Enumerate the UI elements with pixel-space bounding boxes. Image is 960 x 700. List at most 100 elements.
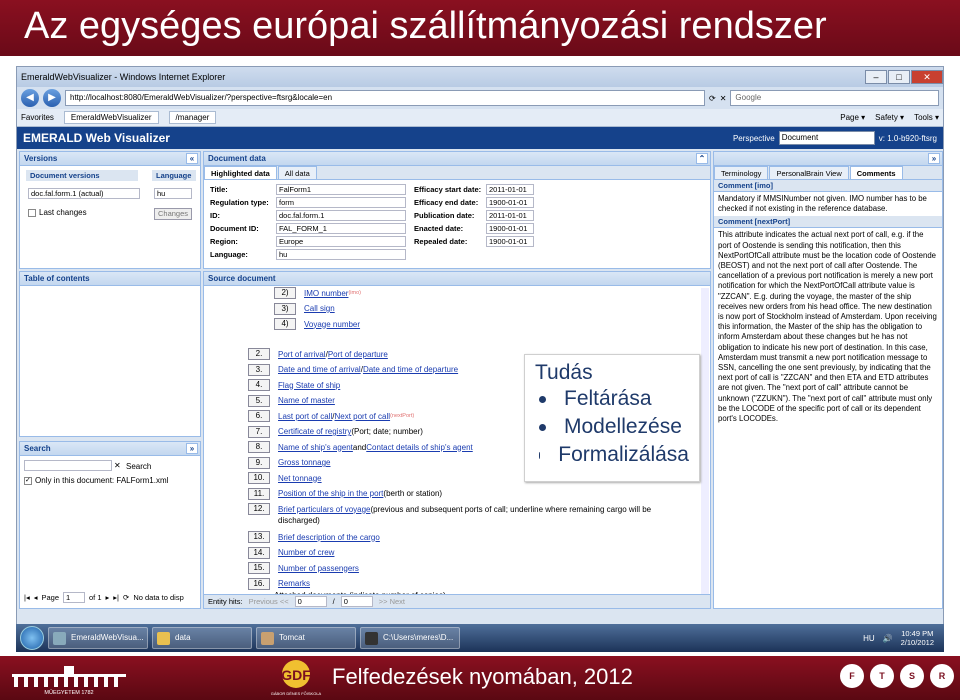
tools-menu[interactable]: Tools ▾ [914, 113, 939, 122]
taskbar-button-label: C:\Users\meres\D... [383, 633, 454, 642]
r-logo-icon: R [930, 664, 954, 688]
hit-index-input[interactable]: 0 [294, 596, 327, 607]
taskbar-button[interactable]: C:\Users\meres\D... [360, 627, 460, 649]
item-link[interactable]: Voyage number [304, 320, 360, 329]
taskbar-button[interactable]: data [152, 627, 252, 649]
changes-button[interactable]: Changes [154, 208, 193, 220]
field-value: doc.fal.form.1 [276, 210, 406, 221]
item-annotation: (imo) [348, 290, 361, 296]
forward-icon[interactable]: ▶ [43, 89, 61, 107]
first-page-icon[interactable]: |◂ [24, 593, 30, 602]
item-link[interactable]: Port of departure [328, 350, 388, 359]
expand-icon[interactable]: » [928, 153, 940, 164]
app-name: EMERALD Web Visualizer [23, 131, 170, 145]
field-row: ID: doc.fal.form.1 [210, 209, 406, 222]
callout-item: Formalizálása [535, 441, 689, 469]
safety-menu[interactable]: Safety ▾ [875, 113, 904, 122]
only-doc-checkbox[interactable]: ✓ [24, 476, 32, 485]
field-value: FAL_FORM_1 [276, 223, 406, 234]
last-changes-checkbox[interactable] [28, 208, 36, 217]
stop-icon[interactable]: ✕ [720, 94, 727, 103]
previous-button[interactable]: Previous << [249, 597, 289, 606]
item-link[interactable]: Remarks [278, 579, 310, 588]
taskbar-button[interactable]: EmeraldWebVisua... [48, 627, 148, 649]
source-item: 5. Name of master [248, 394, 335, 407]
search-field[interactable] [24, 460, 112, 471]
item-link[interactable]: Name of master [278, 396, 335, 405]
item-link[interactable]: Gross tonnage [278, 458, 330, 467]
start-button[interactable] [20, 626, 44, 650]
scrollbar[interactable] [701, 288, 709, 594]
item-link[interactable]: Number of passengers [278, 564, 359, 573]
language-select[interactable]: hu [154, 188, 192, 199]
item-link[interactable]: Date and time of departure [363, 365, 458, 374]
taskbar-button[interactable]: Tomcat [256, 627, 356, 649]
tab-personalbrain-view[interactable]: PersonalBrain View [769, 166, 849, 179]
last-page-icon[interactable]: ▸| [113, 593, 119, 602]
collapse-icon[interactable]: ⌃ [696, 153, 708, 164]
clear-icon[interactable]: ✕ [114, 461, 121, 470]
close-icon[interactable]: ✕ [911, 70, 943, 84]
refresh-icon[interactable]: ⟳ [709, 94, 716, 103]
item-link[interactable]: Last port of call [278, 412, 332, 421]
collapse-icon[interactable]: « [186, 153, 198, 164]
page-menu[interactable]: Page ▾ [840, 113, 865, 122]
item-link[interactable]: Position of the ship in the port [278, 489, 383, 498]
page-input[interactable]: 1 [63, 592, 86, 603]
browser-tab[interactable]: EmeraldWebVisualizer [63, 111, 159, 124]
item-text: (previous and subsequent ports of call; … [370, 504, 652, 514]
browser-tab[interactable]: /manager [168, 111, 217, 124]
field-label: Document ID: [210, 224, 259, 233]
item-link[interactable]: Flag State of ship [278, 381, 340, 390]
minimize-icon[interactable]: – [865, 70, 887, 84]
source-item: 10. Net tonnage [248, 472, 322, 484]
item-link[interactable]: Port of arrival [278, 350, 326, 359]
expand-icon[interactable]: » [186, 443, 198, 454]
prev-page-icon[interactable]: ◂ [34, 593, 38, 602]
volume-icon[interactable]: 🔊 [883, 634, 893, 643]
doc-versions-label: Document versions [26, 170, 138, 181]
clock-date: 2/10/2012 [900, 638, 934, 647]
item-link[interactable]: Certificate of registry [278, 427, 351, 436]
app-header: EMERALD Web Visualizer Perspective Docum… [17, 127, 943, 149]
page-label: Page [41, 593, 60, 602]
language-indicator[interactable]: HU [863, 634, 875, 643]
search-button[interactable]: Search [126, 462, 151, 471]
back-icon[interactable]: ◀ [21, 89, 39, 107]
maximize-icon[interactable]: □ [888, 70, 910, 84]
item-link[interactable]: IMO number [304, 289, 348, 298]
favorites-button[interactable]: Favorites [21, 113, 54, 122]
item-link[interactable]: Name of ship's agent [278, 443, 353, 452]
item-link[interactable]: Net tonnage [278, 474, 322, 483]
field-value: hu [276, 249, 406, 260]
item-link[interactable]: Next port of call [334, 412, 390, 421]
item-link[interactable]: Number of crew [278, 548, 334, 557]
item-link[interactable]: Date and time of arrival [278, 365, 361, 374]
tab-terminology[interactable]: Terminology [714, 166, 769, 179]
ie-icon [53, 632, 66, 645]
refresh-icon[interactable]: ⟳ [123, 593, 129, 602]
next-button[interactable]: >> Next [379, 597, 405, 606]
perspective-select[interactable]: Document [778, 131, 875, 145]
entity-hits-label: Entity hits: [208, 597, 243, 606]
doc-version-select[interactable]: doc.fal.form.1 (actual) [28, 188, 140, 199]
tab-comments[interactable]: Comments [849, 166, 903, 179]
source-item: 6. Last port of call / Next port of call … [248, 410, 414, 422]
search-input[interactable]: Google [730, 90, 939, 106]
tab-all-data[interactable]: All data [277, 166, 317, 179]
tab-highlighted-data[interactable]: Highlighted data [204, 166, 277, 179]
clock[interactable]: 10:49 PM 2/10/2012 [901, 629, 934, 647]
item-number: 2) [274, 287, 296, 299]
item-link[interactable]: Brief particulars of voyage [278, 505, 371, 514]
item-link[interactable]: Call sign [304, 304, 335, 313]
item-link[interactable]: Contact details of ship's agent [366, 443, 472, 452]
url-field[interactable]: http://localhost:8080/EmeraldWebVisualiz… [65, 90, 705, 106]
item-text: (Port; date; number) [351, 427, 423, 436]
item-number: 8. [248, 441, 270, 453]
field-row: Publication date: 2011-01-01 [414, 209, 534, 222]
item-link[interactable]: Brief description of the cargo [278, 533, 380, 542]
next-page-icon[interactable]: ▸ [106, 593, 110, 602]
field-value: 1900-01-01 [486, 197, 534, 208]
language-label: Language [152, 170, 196, 181]
field-value: form [276, 197, 406, 208]
